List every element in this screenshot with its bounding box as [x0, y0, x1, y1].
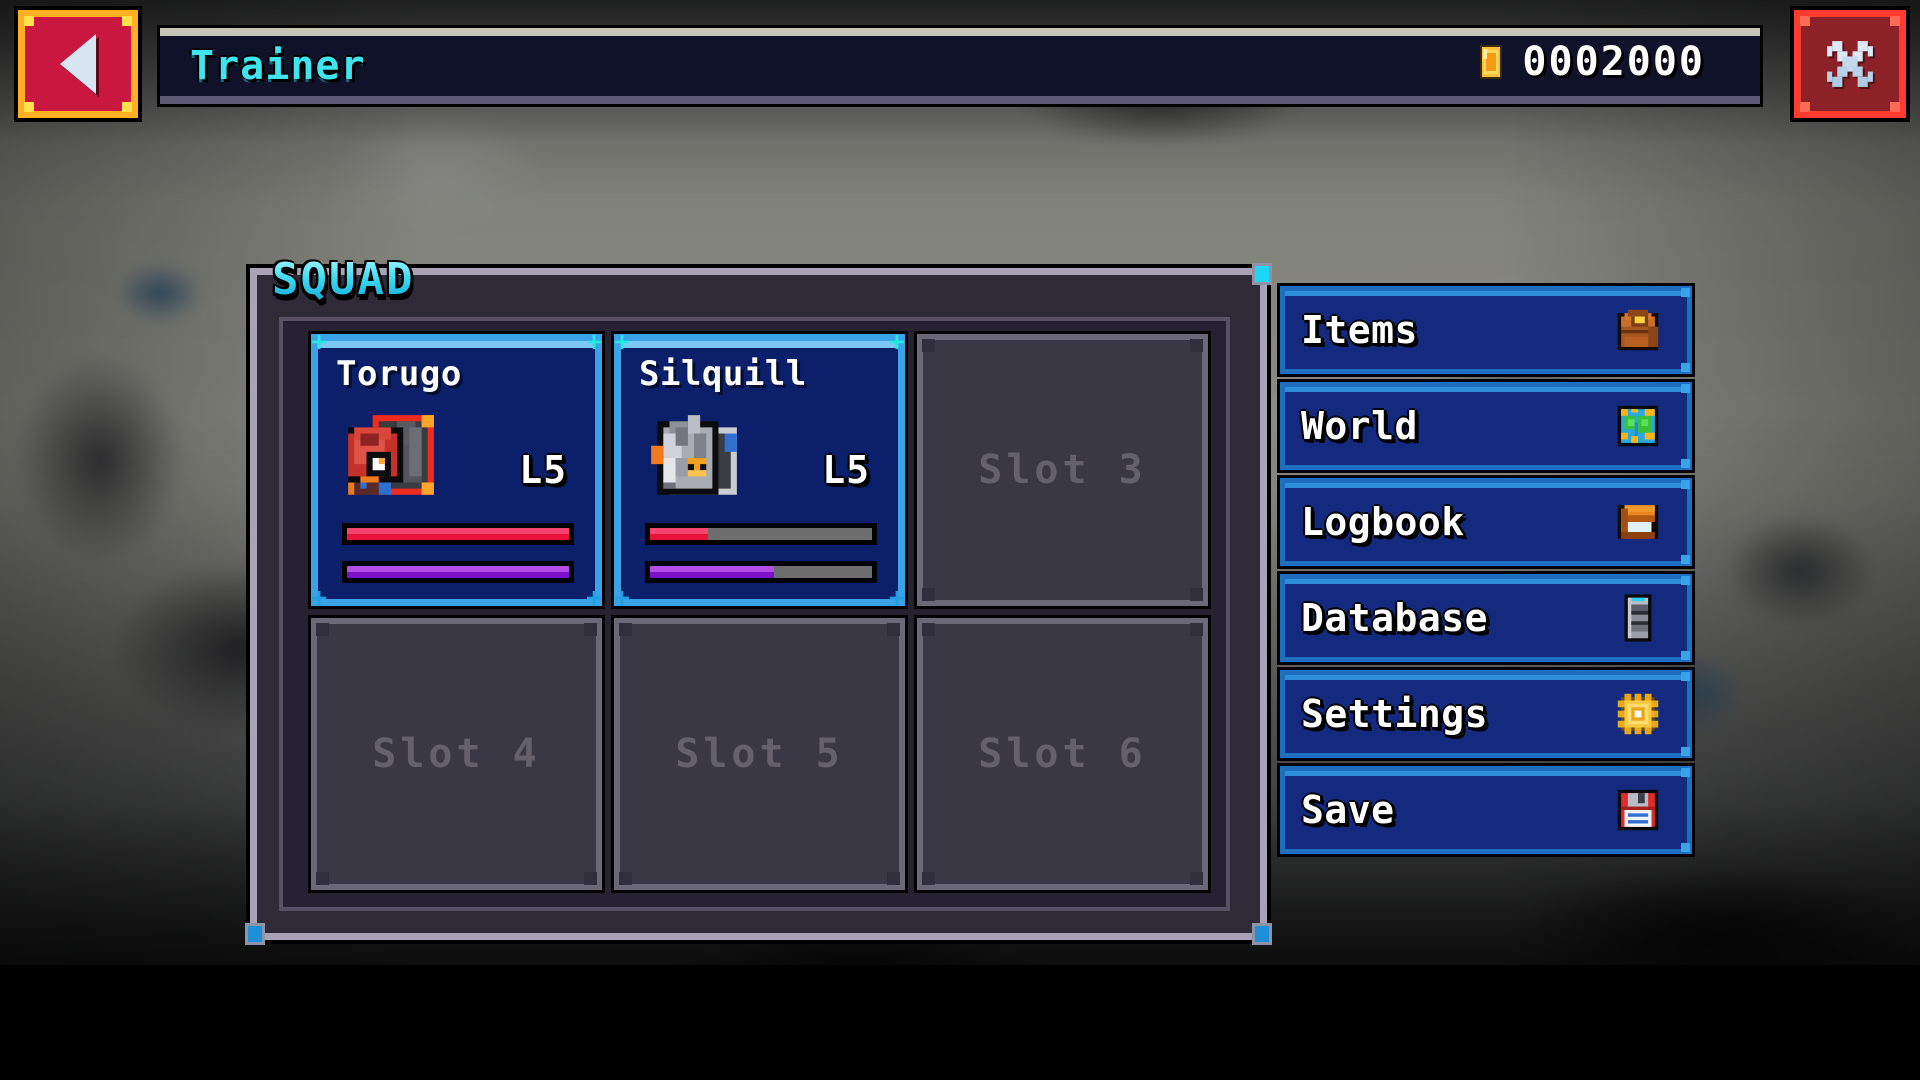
card-node-tl [615, 335, 629, 349]
menu-item-database[interactable]: Database [1280, 574, 1692, 662]
panel-node-top-right [1252, 263, 1272, 285]
hp-bar [645, 523, 877, 545]
xp-bar-fill [347, 566, 569, 578]
xp-bar [645, 561, 877, 583]
menu-item-logbook[interactable]: Logbook [1280, 478, 1692, 566]
currency-amount: 0002000 [1522, 39, 1705, 85]
world-map-icon [1617, 405, 1659, 447]
menu-item-label: Settings [1301, 692, 1489, 736]
back-button[interactable] [18, 10, 138, 118]
gray-quill-creature-sprite [651, 415, 737, 495]
server-stack-icon [1624, 594, 1652, 642]
gold-coin-icon [1474, 43, 1508, 81]
empty-slot-label: Slot 5 [675, 731, 844, 777]
card-node-bl [615, 591, 629, 605]
squad-panel: Torugo L5 Silquill L5 Slot 3 Slot 4 Slot… [245, 263, 1272, 945]
card-node-br [587, 591, 601, 605]
card-node-br [890, 591, 904, 605]
squad-slot-5[interactable]: Slot 5 [614, 618, 905, 890]
menu-item-world[interactable]: World [1280, 382, 1692, 470]
menu-item-label: World [1301, 404, 1418, 448]
left-triangle-icon [60, 34, 96, 94]
orange-book-icon [1617, 505, 1659, 539]
gold-gear-icon [1617, 693, 1659, 735]
empty-slot-label: Slot 6 [978, 731, 1147, 777]
page-title: Trainer [190, 43, 366, 89]
creature-level: L5 [519, 448, 567, 492]
empty-slot-label: Slot 3 [978, 447, 1147, 493]
menu-item-items[interactable]: Items [1280, 286, 1692, 374]
squad-slot-grid: Torugo L5 Silquill L5 Slot 3 Slot 4 Slot… [311, 334, 1209, 902]
squad-panel-title: SQUAD [272, 254, 415, 305]
card-node-tr [587, 335, 601, 349]
squad-panel-inner: Torugo L5 Silquill L5 Slot 3 Slot 4 Slot… [279, 317, 1230, 911]
menu-item-save[interactable]: Save [1280, 766, 1692, 854]
menu-item-label: Logbook [1301, 500, 1465, 544]
card-node-bl [312, 591, 326, 605]
xp-bar-fill [650, 566, 775, 578]
close-button[interactable] [1794, 10, 1906, 118]
hp-bar-fill [347, 528, 569, 540]
main-menu: Items World Logbook Database Settings Sa… [1280, 286, 1692, 854]
empty-slot-label: Slot 4 [372, 731, 541, 777]
currency-display: 0002000 [1474, 42, 1705, 82]
top-bar: Trainer 0002000 [0, 0, 1920, 128]
creature-name: Silquill [639, 354, 807, 394]
card-node-tl [312, 335, 326, 349]
squad-slot-4[interactable]: Slot 4 [311, 618, 602, 890]
squad-slot-2[interactable]: Silquill L5 [614, 334, 905, 606]
hp-bar-fill [650, 528, 708, 540]
x-cross-icon [1827, 41, 1873, 87]
hp-bar [342, 523, 574, 545]
letterbox-bottom-bar [0, 965, 1920, 1080]
red-floppy-disk-icon [1617, 789, 1659, 831]
red-shell-creature-sprite [348, 415, 434, 495]
menu-item-label: Items [1301, 308, 1418, 352]
menu-item-settings[interactable]: Settings [1280, 670, 1692, 758]
brown-bag-icon [1617, 309, 1659, 351]
squad-slot-3[interactable]: Slot 3 [917, 334, 1208, 606]
xp-bar [342, 561, 574, 583]
menu-item-label: Save [1301, 788, 1395, 832]
panel-node-bottom-right [1252, 923, 1272, 945]
menu-item-label: Database [1301, 596, 1489, 640]
creature-level: L5 [822, 448, 870, 492]
squad-slot-1[interactable]: Torugo L5 [311, 334, 602, 606]
panel-node-bottom-left [245, 923, 265, 945]
game-screen: Trainer 0002000 SQUAD Torugo L5 Silquill… [0, 0, 1920, 1080]
card-node-tr [890, 335, 904, 349]
creature-name: Torugo [336, 354, 462, 394]
squad-slot-6[interactable]: Slot 6 [917, 618, 1208, 890]
